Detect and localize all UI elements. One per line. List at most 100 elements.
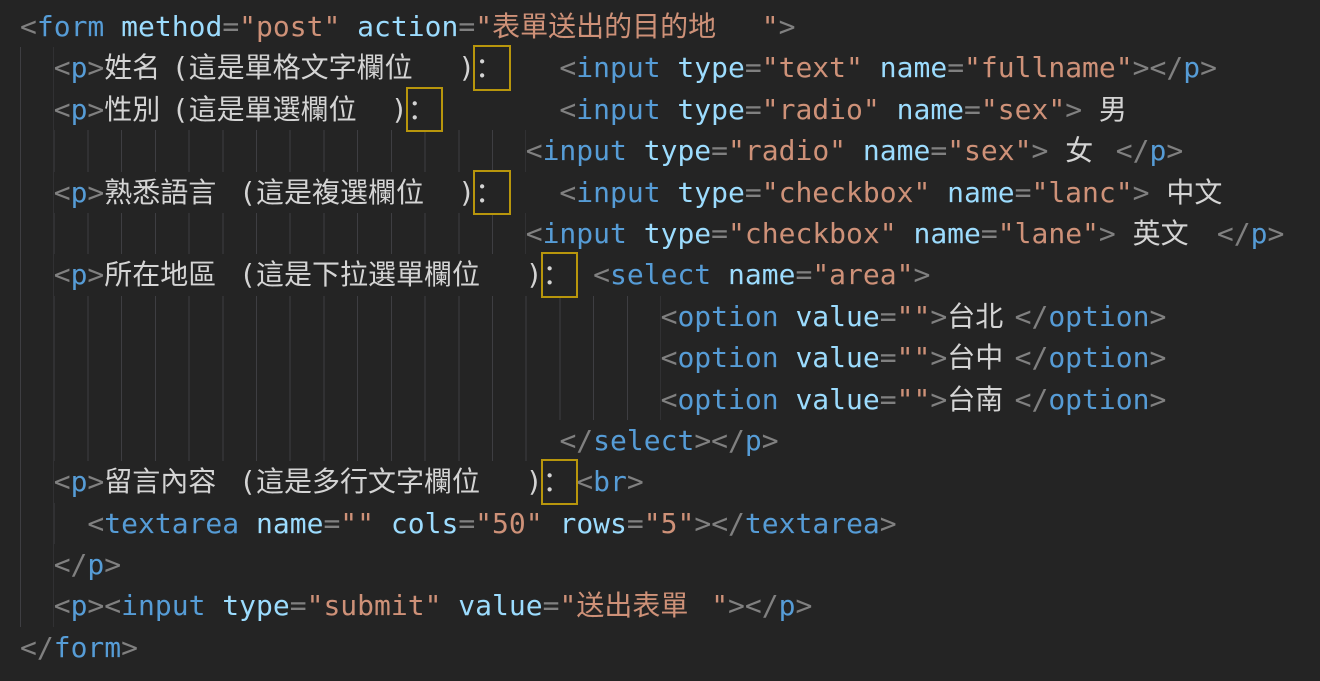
syntax-token-str: "text" [762, 51, 863, 84]
syntax-token-txt: 性別(這是單選欄位) [104, 93, 407, 126]
syntax-token-str: "submit" [307, 589, 442, 622]
syntax-token-pun: = [745, 176, 762, 209]
syntax-token-pun: < [661, 300, 678, 333]
syntax-token-str: "radio" [728, 134, 846, 167]
syntax-token-pun: > [930, 300, 947, 333]
syntax-token-txt [441, 93, 559, 126]
code-line-13[interactable]: <textarea name="" cols="50" rows="5"></t… [20, 503, 1320, 544]
syntax-token-str: "radio" [762, 93, 880, 126]
syntax-token-pun: < [54, 258, 71, 291]
cjk-text-run: 姓名 [104, 47, 171, 88]
code-line-10[interactable]: <option value="">台南</option> [20, 379, 1320, 420]
code-line-14[interactable]: </p> [20, 544, 1320, 585]
syntax-token-pun: = [745, 93, 762, 126]
code-line-8[interactable]: <option value="">台北</option> [20, 296, 1320, 337]
code-line-4[interactable]: <input type="radio" name="sex"> 女 </p> [20, 130, 1320, 171]
code-line-9[interactable]: <option value="">台中</option> [20, 337, 1320, 378]
syntax-token-pun: < [526, 217, 543, 250]
cjk-text-run: 熟悉語言 [104, 172, 239, 213]
syntax-token-attr: cols [374, 507, 458, 540]
syntax-token-tag: br [593, 465, 627, 498]
syntax-token-tag: textarea [745, 507, 880, 540]
syntax-token-str: "" [897, 341, 931, 374]
syntax-token-tag: p [71, 258, 88, 291]
syntax-token-str: "5" [644, 507, 695, 540]
indent-guides [20, 544, 54, 585]
cjk-text-run: ： [475, 47, 509, 88]
unicode-highlight-box: ： [543, 258, 577, 291]
syntax-token-pun: < [87, 507, 104, 540]
syntax-token-pun: = [543, 589, 560, 622]
syntax-token-tag: select [610, 258, 711, 291]
syntax-token-pun: < [20, 10, 37, 43]
indent-guides [20, 585, 54, 626]
syntax-token-tag: option [677, 341, 778, 374]
syntax-token-pun: < [559, 93, 576, 126]
syntax-token-pun: ></ [694, 424, 745, 457]
syntax-token-txt: 英文 [1116, 217, 1217, 250]
code-line-7[interactable]: <p>所在地區(這是下拉選單欄位)： <select name="area"> [20, 254, 1320, 295]
syntax-token-txt: 男 [1082, 93, 1133, 126]
syntax-token-attr: value [779, 383, 880, 416]
indent-guides [20, 503, 87, 544]
syntax-token-pun: >< [87, 589, 121, 622]
cjk-text-run: 這是單格文字欄位 [189, 47, 459, 88]
cjk-text-run: 台北 [947, 296, 1014, 337]
code-line-11[interactable]: </select></p> [20, 420, 1320, 461]
code-line-12[interactable]: <p>留言內容(這是多行文字欄位)：<br> [20, 461, 1320, 502]
syntax-token-str: "表單送出的目的地" [475, 10, 778, 43]
syntax-token-attr: name [239, 507, 323, 540]
syntax-token-attr: type [627, 217, 711, 250]
syntax-token-pun: = [222, 10, 239, 43]
syntax-token-pun: </ [1015, 383, 1049, 416]
syntax-token-attr: action [340, 10, 458, 43]
syntax-token-attr: type [627, 134, 711, 167]
indent-guides [20, 296, 661, 337]
syntax-token-tag: option [1048, 341, 1149, 374]
syntax-token-pun: > [1133, 176, 1150, 209]
syntax-token-tag: form [54, 631, 121, 664]
unicode-highlight-box: ： [408, 93, 442, 126]
syntax-token-tag: p [1251, 217, 1268, 250]
syntax-token-tag: input [543, 134, 627, 167]
code-line-16[interactable]: </form> [20, 627, 1320, 668]
syntax-token-pun: </ [1217, 217, 1251, 250]
syntax-token-tag: input [121, 589, 205, 622]
syntax-token-tag: option [677, 300, 778, 333]
code-line-5[interactable]: <p>熟悉語言(這是複選欄位)： <input type="checkbox" … [20, 172, 1320, 213]
syntax-token-tag: p [745, 424, 762, 457]
syntax-token-pun: > [1065, 93, 1082, 126]
syntax-token-str: "" [897, 300, 931, 333]
code-line-15[interactable]: <p><input type="submit" value="送出表單"></p… [20, 585, 1320, 626]
syntax-token-pun: > [762, 424, 779, 457]
syntax-token-attr: name [863, 51, 947, 84]
cjk-text-run: ： [543, 461, 577, 502]
indent-guides [20, 379, 661, 420]
syntax-token-txt [576, 258, 593, 291]
unicode-highlight-box: ： [543, 465, 577, 498]
syntax-token-pun: > [1149, 341, 1166, 374]
syntax-token-str: "sex" [981, 93, 1065, 126]
code-line-1[interactable]: <form method="post" action="表單送出的目的地"> [20, 6, 1320, 47]
syntax-token-pun: > [87, 51, 104, 84]
code-line-2[interactable]: <p>姓名(這是單格文字欄位)： <input type="text" name… [20, 47, 1320, 88]
syntax-token-txt [509, 176, 560, 209]
syntax-token-str: "" [340, 507, 374, 540]
code-line-3[interactable]: <p>性別(這是單選欄位)： <input type="radio" name=… [20, 89, 1320, 130]
syntax-token-pun: = [745, 51, 762, 84]
code-line-6[interactable]: <input type="checkbox" name="lane"> 英文 <… [20, 213, 1320, 254]
syntax-token-str: "post" [239, 10, 340, 43]
syntax-token-pun: > [1200, 51, 1217, 84]
syntax-token-pun: ></ [1133, 51, 1184, 84]
syntax-token-attr: value [779, 341, 880, 374]
cjk-text-run: ： [475, 172, 509, 213]
syntax-token-tag: form [37, 10, 104, 43]
syntax-token-tag: p [71, 465, 88, 498]
syntax-token-pun: > [1099, 217, 1116, 250]
syntax-token-pun: < [54, 589, 71, 622]
code-editor-area[interactable]: <form method="post" action="表單送出的目的地"><p… [0, 0, 1320, 681]
syntax-token-pun: </ [559, 424, 593, 457]
syntax-token-pun: < [576, 465, 593, 498]
syntax-token-pun: > [880, 507, 897, 540]
syntax-token-pun: > [121, 631, 138, 664]
